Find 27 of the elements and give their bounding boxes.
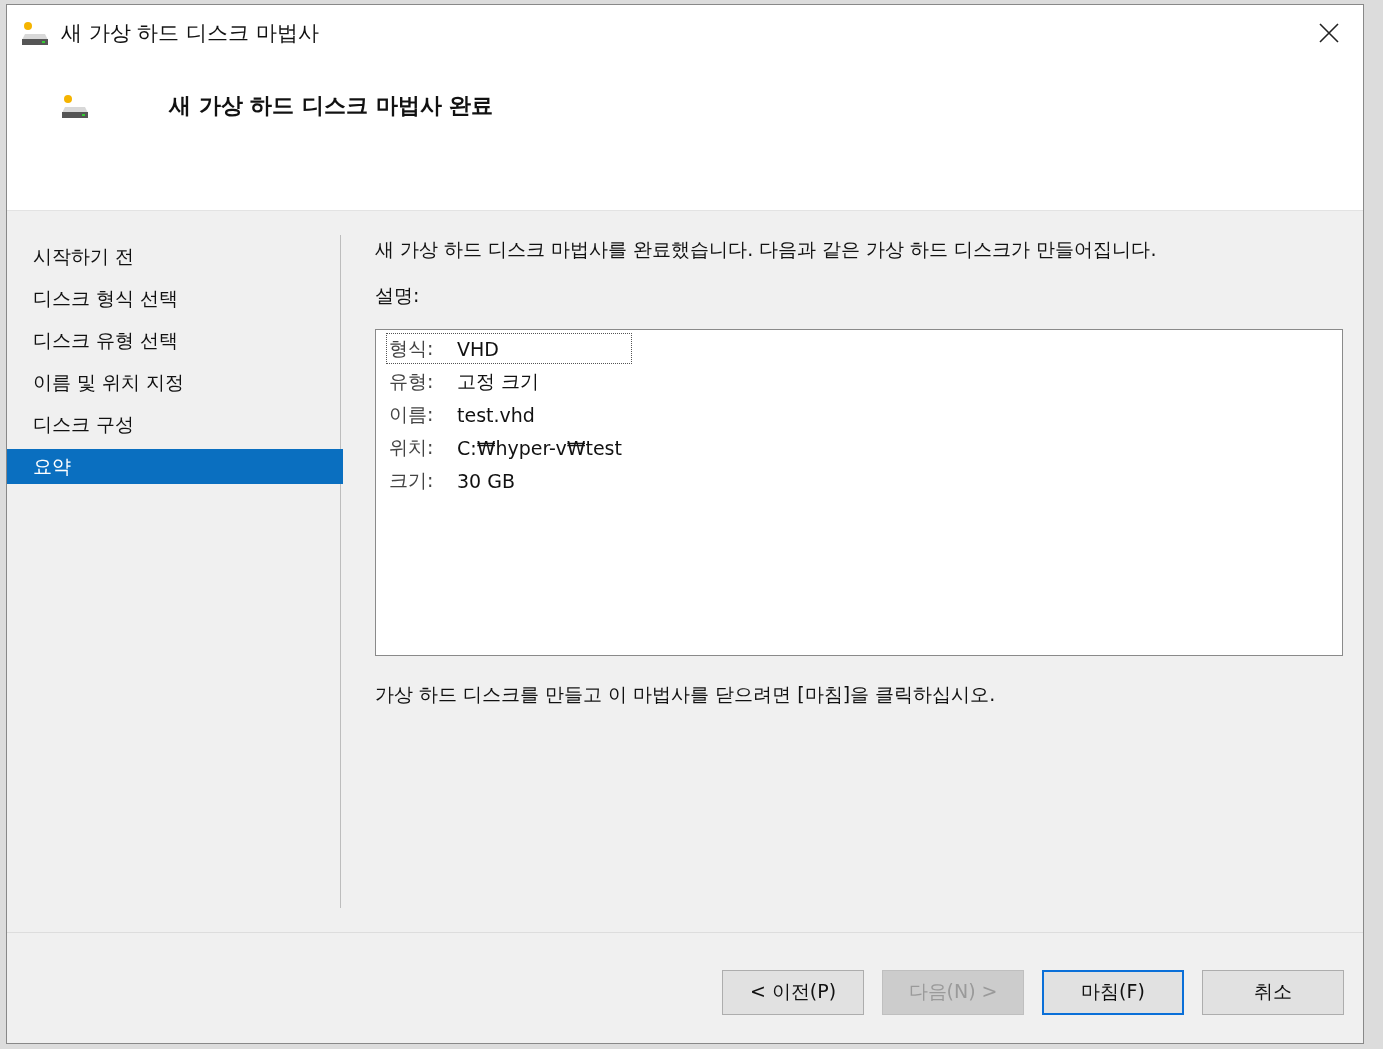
field-value: C:₩hyper-v₩test bbox=[457, 436, 622, 459]
wizard-step[interactable]: 디스크 구성 bbox=[7, 407, 340, 442]
instruction-text: 가상 하드 디스크를 만들고 이 마법사를 닫으려면 [마침]을 클릭하십시오. bbox=[375, 682, 997, 707]
field-label: 크기: bbox=[389, 467, 435, 493]
wizard-step[interactable]: 시작하기 전 bbox=[7, 239, 340, 274]
close-icon[interactable] bbox=[1319, 23, 1339, 43]
field-label: 유형: bbox=[389, 368, 435, 394]
field-label: 이름: bbox=[389, 401, 435, 427]
field-label: 형식: bbox=[389, 335, 435, 361]
hard-drive-icon bbox=[61, 93, 89, 119]
wizard-step[interactable]: 디스크 형식 선택 bbox=[7, 281, 340, 316]
wizard-step[interactable]: 요약 bbox=[7, 449, 343, 484]
field-value: test.vhd bbox=[457, 403, 535, 426]
wizard-button[interactable]: 취소 bbox=[1202, 969, 1344, 1015]
intro-text: 새 가상 하드 디스크 마법사를 완료했습니다. 다음과 같은 가상 하드 디스크가 만들어집니다. bbox=[375, 237, 1158, 262]
field-value: 30 GB bbox=[457, 469, 515, 492]
page-heading: 새 가상 하드 디스크 마법사 완료 bbox=[169, 92, 494, 120]
description-label: 설명: bbox=[375, 283, 421, 308]
field-value: VHD bbox=[457, 337, 499, 360]
hard-drive-icon bbox=[21, 20, 49, 46]
wizard-step[interactable]: 이름 및 위치 지정 bbox=[7, 365, 340, 400]
window-title: 새 가상 하드 디스크 마법사 bbox=[61, 20, 320, 47]
field-label: 위치: bbox=[389, 434, 435, 460]
wizard-button[interactable]: 마침(F) bbox=[1042, 969, 1184, 1015]
field-value: 고정 크기 bbox=[457, 368, 540, 394]
wizard-button[interactable]: < 이전(P) bbox=[722, 969, 864, 1015]
wizard-step[interactable]: 디스크 유형 선택 bbox=[7, 323, 340, 358]
